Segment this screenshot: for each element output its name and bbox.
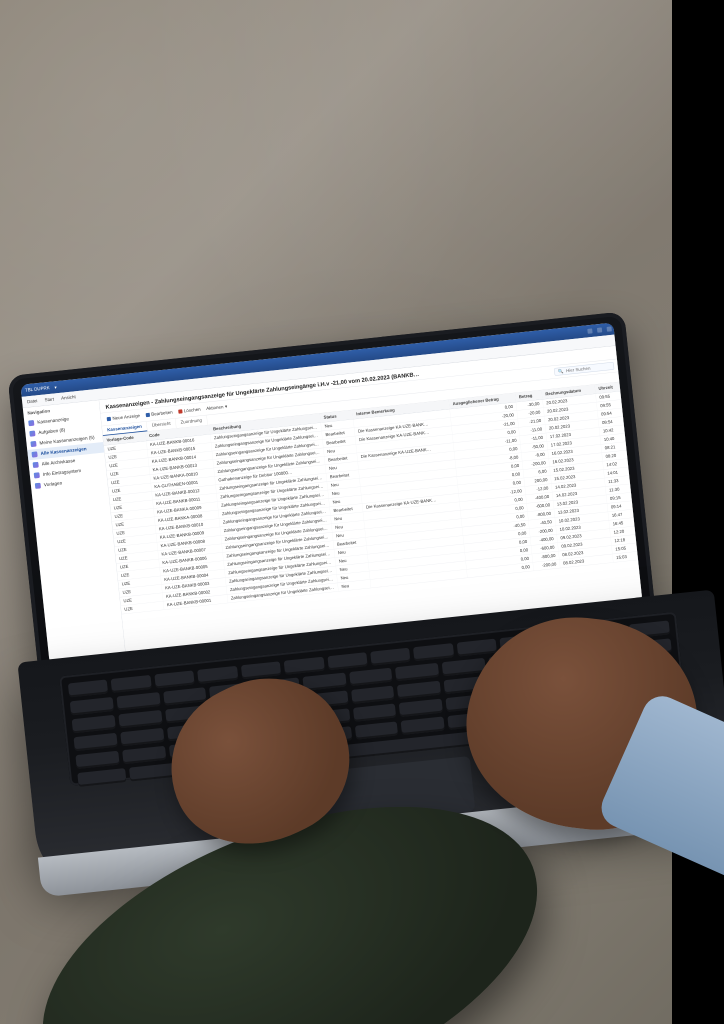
search-icon: 🔍 xyxy=(558,368,564,374)
sidebar-item-label: Kassenanzeige xyxy=(37,417,69,425)
laptop: TBL DUPRK ▾ Datei Start Ansicht xyxy=(7,307,724,993)
close-button[interactable] xyxy=(607,326,612,331)
maximize-button[interactable] xyxy=(597,327,602,332)
minimize-button[interactable] xyxy=(587,328,592,333)
sidebar-icon xyxy=(33,462,39,468)
ribbon-tab[interactable]: Start xyxy=(44,397,54,403)
sidebar-icon xyxy=(31,451,37,457)
search-input[interactable] xyxy=(566,364,611,373)
sidebar-icon xyxy=(28,420,34,426)
edit-button[interactable]: Bearbeiten xyxy=(145,410,173,418)
app-title: TBL DUPRK xyxy=(25,385,50,392)
ribbon-tab[interactable]: Datei xyxy=(27,398,38,404)
new-button[interactable]: Neue Anzeige xyxy=(107,413,141,421)
sidebar-item-label: Alle Archivkasse xyxy=(41,458,75,466)
photo-scene: TBL DUPRK ▾ Datei Start Ansicht xyxy=(0,0,724,1024)
actions-menu[interactable]: Aktionen ▾ xyxy=(206,404,228,411)
sidebar-item-label: Vorlagen xyxy=(44,481,63,488)
sidebar-item-label: Aufgaben (8) xyxy=(38,428,65,436)
sidebar-icon xyxy=(34,472,40,478)
sidebar-icon xyxy=(35,483,41,489)
sidebar-icon xyxy=(30,441,36,447)
delete-button[interactable]: Löschen xyxy=(178,407,201,414)
ribbon-tab[interactable]: Ansicht xyxy=(61,394,76,400)
sidebar-icon xyxy=(29,430,35,436)
